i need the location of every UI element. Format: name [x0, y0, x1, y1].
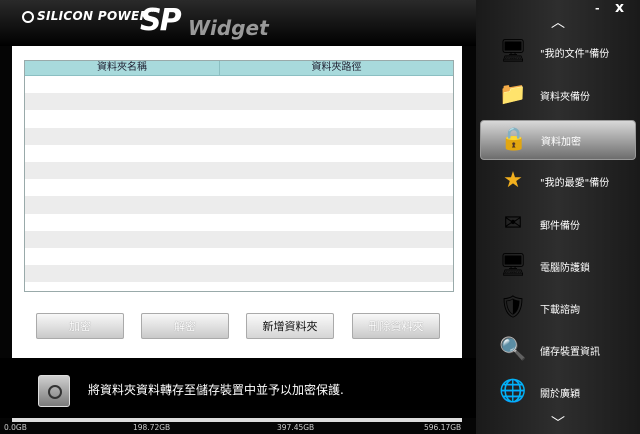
monitor-backup-icon: 🖥	[499, 39, 527, 64]
capacity-scale: 0.0GB 198.72GB 397.45GB 596.17GB	[0, 423, 476, 434]
sidebar-item-folder-backup[interactable]: 📁 資料夾備份	[480, 76, 636, 116]
table-row[interactable]	[25, 265, 453, 283]
sidebar-item-label: "我的最愛"備份	[540, 178, 610, 189]
logo-sp: SP	[140, 3, 182, 38]
table-row[interactable]	[25, 127, 453, 145]
main-panel: 資料夾名稱 資料夾路徑 加密 解密 新增資料夾 刪除資料夾	[12, 46, 462, 358]
sidebar-item-label: 儲存裝置資訊	[540, 347, 600, 358]
scroll-down-icon[interactable]: ﹀	[545, 414, 571, 434]
minimize-button[interactable]: -	[595, 2, 607, 15]
encrypt-button[interactable]: 加密	[36, 313, 124, 339]
table-row[interactable]	[25, 214, 453, 231]
safe-lock-icon	[38, 375, 70, 407]
table-row[interactable]	[25, 248, 453, 265]
sidebar-item-envelope[interactable]: ✉ 郵件備份	[480, 205, 636, 245]
capacity-label-1: 198.72GB	[133, 423, 171, 432]
table-row[interactable]	[25, 196, 453, 214]
shield-icon: 🛡	[499, 295, 527, 320]
sidebar-item-label: 下載諮詢	[540, 305, 580, 316]
sidebar-item-monitor-backup[interactable]: 🖥 "我的文件"備份	[480, 33, 636, 73]
magnifier-icon: 🔍	[499, 337, 527, 362]
pc-lock-icon: 🖥	[499, 253, 527, 278]
table-row[interactable]	[25, 230, 453, 248]
sidebar-item-pc-lock[interactable]: 🖥 電腦防護鎖	[480, 247, 636, 287]
sidebar-item-label: 郵件備份	[540, 221, 580, 232]
scroll-up-icon[interactable]: ︿	[545, 13, 571, 33]
globe-icon: 🌐	[499, 379, 527, 404]
table-body	[25, 76, 453, 291]
table-row[interactable]	[25, 76, 453, 93]
folder-table[interactable]: 資料夾名稱 資料夾路徑	[24, 60, 454, 292]
capacity-label-3: 596.17GB	[424, 423, 462, 432]
sidebar-item-label: 資料加密	[541, 137, 581, 148]
sidebar-item-label: "我的文件"備份	[540, 49, 610, 60]
sidebar-item-star[interactable]: ★ "我的最愛"備份	[480, 162, 636, 202]
delete-folder-button[interactable]: 刪除資料夾	[352, 313, 440, 339]
brand-mark-icon	[22, 11, 34, 23]
feature-description: 將資料夾資料轉存至儲存裝置中並予以加密保護.	[88, 383, 344, 397]
close-button[interactable]: x	[615, 0, 624, 16]
add-folder-button[interactable]: 新增資料夾	[246, 313, 334, 339]
sidebar-item-label: 資料夾備份	[540, 92, 590, 103]
capacity-bar	[12, 418, 462, 422]
sidebar-item-label: 電腦防護鎖	[540, 263, 590, 274]
table-header: 資料夾名稱 資料夾路徑	[25, 61, 453, 76]
brand-text: SILICON POWER	[37, 9, 150, 23]
action-buttons: 加密 解密 新增資料夾 刪除資料夾	[36, 313, 440, 341]
sidebar-item-globe[interactable]: 🌐 關於廣穎	[480, 373, 636, 413]
table-row[interactable]	[25, 93, 453, 111]
star-icon: ★	[503, 168, 523, 193]
column-header-folder-name[interactable]: 資料夾名稱	[25, 61, 220, 75]
table-row[interactable]	[25, 282, 453, 291]
app-window: SILICON POWER™ SP Widget 資料夾名稱 資料夾路徑 加密 …	[0, 0, 640, 434]
table-row[interactable]	[25, 145, 453, 162]
table-row[interactable]	[25, 179, 453, 196]
sidebar-item-label: 關於廣穎	[540, 389, 580, 400]
table-row[interactable]	[25, 161, 453, 180]
capacity-label-2: 397.45GB	[277, 423, 315, 432]
envelope-icon: ✉	[503, 211, 523, 236]
lock-icon: 🔒	[500, 127, 528, 152]
folder-backup-icon: 📁	[499, 82, 527, 107]
header: SILICON POWER™ SP Widget	[0, 0, 476, 46]
decrypt-button[interactable]: 解密	[141, 313, 229, 339]
table-row[interactable]	[25, 110, 453, 127]
sidebar-item-shield[interactable]: 🛡 下載諮詢	[480, 289, 636, 329]
sidebar-item-lock[interactable]: 🔒 資料加密	[480, 120, 636, 160]
capacity-label-0: 0.0GB	[4, 423, 27, 432]
brand-logo: SILICON POWER™	[22, 9, 156, 23]
sidebar-item-magnifier[interactable]: 🔍 儲存裝置資訊	[480, 331, 636, 371]
column-header-folder-path[interactable]: 資料夾路徑	[220, 61, 453, 75]
logo-widget: Widget	[188, 16, 269, 40]
